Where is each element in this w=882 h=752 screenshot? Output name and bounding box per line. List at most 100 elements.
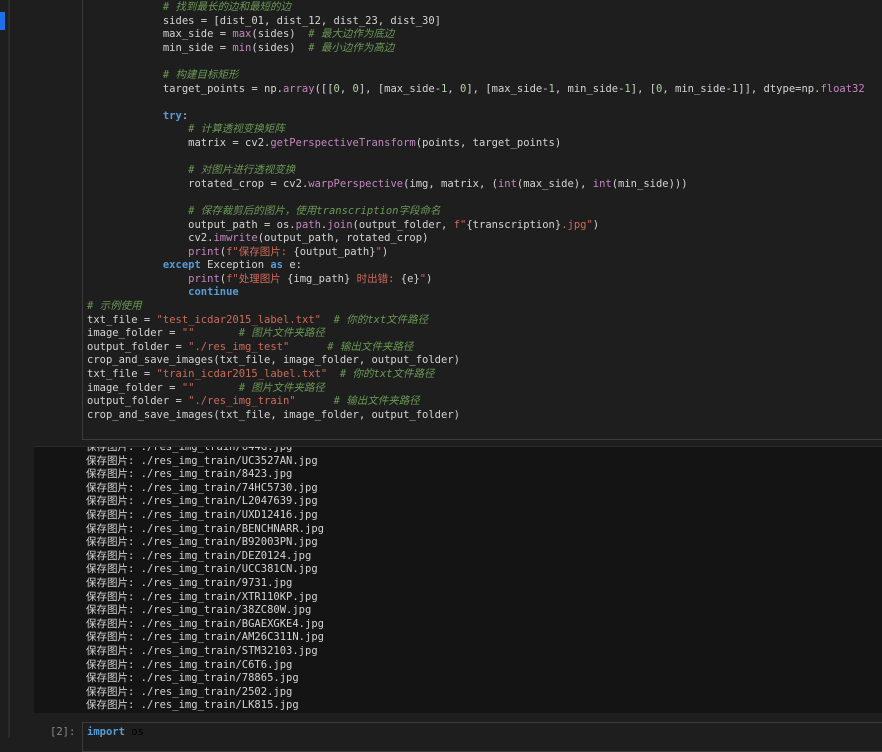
- code-line: matrix = cv2.getPerspectiveTransform(poi…: [87, 137, 865, 151]
- code-token: Exception: [200, 259, 271, 272]
- active-cell-indicator: [0, 12, 5, 30]
- code-token: "./res_img_test": [188, 340, 290, 353]
- code-token: image_folder =: [87, 327, 182, 340]
- code-line: output_folder = "./res_img_test" # 输出文件夹…: [87, 341, 865, 355]
- output-line: 保存图片: ./res_img_train/BGAEXGKE4.jpg: [86, 617, 324, 630]
- code-cell-editor[interactable]: # 找到最长的边和最短的边 sides = [dist_01, dist_12,…: [82, 0, 882, 440]
- code-token: # 输出文件夹路径: [327, 340, 414, 353]
- code-token: ,: [339, 82, 353, 95]
- code-token: (img, matrix, (: [403, 177, 498, 190]
- code-token: except: [162, 259, 201, 272]
- code-token: "": [181, 381, 195, 394]
- code-token: "train_icdar2015_label.txt": [156, 368, 328, 381]
- code-token: ): [592, 218, 600, 231]
- code-line: except Exception as e:: [87, 259, 865, 273]
- code-line: try:: [87, 110, 865, 124]
- code-token: # 你的txt文件路径: [339, 368, 435, 381]
- code-token: (output_path, rotated_crop): [257, 232, 429, 245]
- import-keyword: import: [87, 726, 125, 738]
- output-line: 保存图片: ./res_img_train/UXD12416.jpg: [86, 508, 318, 521]
- code-token: e:: [283, 259, 302, 272]
- code-token: # 最小边作为高边: [308, 41, 395, 54]
- code-line: txt_file = "train_icdar2015_label.txt" #…: [87, 368, 865, 382]
- code-line: print(f"处理图片 {img_path} 时出错: {e}"): [87, 273, 865, 287]
- output-line: 保存图片: ./res_img_train/UC3527AN.jpg: [86, 454, 318, 467]
- output-line: 保存图片: ./res_img_train/9731.jpg: [86, 576, 293, 589]
- code-token: ): [381, 245, 389, 258]
- code-token: , min_side-: [554, 82, 625, 95]
- code-line: image_folder = "" # 图片文件夹路径: [87, 327, 865, 341]
- code-token: (sides): [251, 28, 309, 41]
- code-token: "": [181, 327, 195, 340]
- code-line: crop_and_save_images(txt_file, image_fol…: [87, 354, 865, 368]
- code-token: # 计算透视变换矩阵: [188, 123, 285, 136]
- code-token: max: [232, 28, 252, 41]
- code-token: (min_side))): [611, 177, 688, 190]
- code-token: {transcription}: [466, 218, 562, 231]
- code-token: # 找到最长的边和最短的边: [162, 1, 292, 13]
- code-line: rotated_crop = cv2.warpPerspective(img, …: [87, 178, 865, 192]
- code-line: # 构建目标矩形: [87, 69, 865, 83]
- code-token: # 最大边作为底边: [308, 28, 395, 41]
- code-token: ], [: [630, 82, 657, 95]
- code-line: cv2.imwrite(output_path, rotated_crop): [87, 232, 865, 246]
- code-line: crop_and_save_images(txt_file, image_fol…: [87, 409, 865, 423]
- code-token: .jpg": [561, 218, 593, 231]
- code-token: ], [max_side-: [466, 82, 549, 95]
- code-line: max_side = max(sides) # 最大边作为底边: [87, 28, 865, 42]
- code-line: # 保存裁剪后的图片，使用transcription字段命名: [87, 205, 865, 219]
- code-token: ]], dtype=np.: [738, 82, 821, 95]
- code-token: crop_and_save_images(txt_file, image_fol…: [87, 408, 460, 421]
- code-token: target_points = np.: [162, 82, 283, 95]
- output-line: 保存图片: ./res_img_train/38ZC80W.jpg: [86, 604, 312, 617]
- output-line: 保存图片: ./res_img_train/STM32103.jpg: [86, 644, 318, 657]
- code-token: crop_and_save_images(txt_file, image_fol…: [87, 354, 460, 367]
- code-line: sides = [dist_01, dist_12, dist_23, dist…: [87, 15, 865, 29]
- output-line: 保存图片: ./res_img_train/78865.jpg: [86, 672, 299, 685]
- code-token: int: [497, 177, 517, 190]
- code-token: 时出错:: [350, 272, 401, 285]
- next-code-cell[interactable]: import os: [82, 722, 882, 752]
- code-token: path: [295, 218, 321, 231]
- code-token: matrix = cv2.: [188, 136, 271, 149]
- output-line: 保存图片: ./res_img_train/XTR110KP.jpg: [86, 590, 318, 603]
- code-token: try: [162, 109, 182, 122]
- code-token: "test_icdar2015_label.txt": [156, 313, 321, 326]
- code-token: cv2.: [188, 232, 214, 245]
- code-token: # 你的txt文件路径: [333, 313, 429, 326]
- output-line: 保存图片: ./res_img_train/B92003PN.jpg: [86, 536, 318, 549]
- code-token: output_folder =: [87, 395, 189, 408]
- code-token: , min_side-: [662, 82, 732, 95]
- code-token: min_side =: [162, 41, 233, 54]
- code-token: sides = [dist_01, dist_12, dist_23, dist…: [162, 14, 442, 27]
- code-token: output_folder =: [87, 340, 189, 353]
- code-token: f": [453, 218, 467, 231]
- code-token: {output_path}: [293, 245, 376, 258]
- code-token: float32: [820, 82, 865, 95]
- code-token: ,: [447, 82, 461, 95]
- output-line: 保存图片: ./res_img_train/644G.jpg: [86, 446, 293, 453]
- output-line: 保存图片: ./res_img_train/2502.jpg: [86, 685, 293, 698]
- gutter-divider: [8, 0, 10, 738]
- output-line: 保存图片: ./res_img_train/L2047639.jpg: [86, 495, 318, 508]
- code-token: # 构建目标矩形: [162, 68, 239, 81]
- code-token: (points, target_points): [415, 136, 562, 149]
- code-line: # 对图片进行透视变换: [87, 164, 865, 178]
- cell-output-area[interactable]: 保存图片: ./res_img_train/644G.jpg 保存图片: ./re…: [34, 446, 882, 713]
- code-token: ): [426, 272, 433, 285]
- code-token: as: [270, 259, 283, 272]
- code-token: int: [592, 177, 612, 190]
- next-cell-code: import os: [87, 726, 144, 738]
- code-token: rotated_crop = cv2.: [188, 177, 309, 190]
- output-line: 保存图片: ./res_img_train/C6T6.jpg: [86, 658, 293, 671]
- code-token: "./res_img_train": [188, 395, 296, 408]
